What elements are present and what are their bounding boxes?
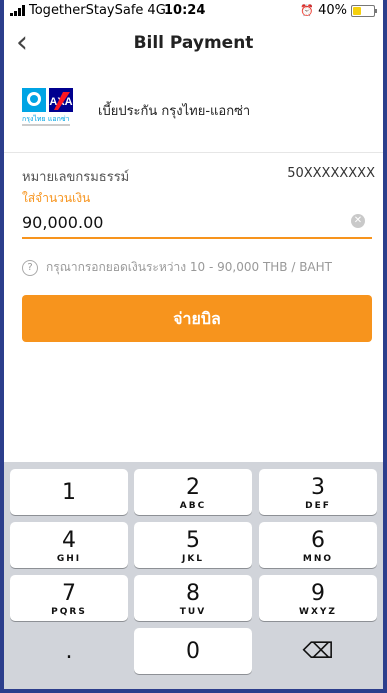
status-time: 10:24 — [164, 3, 206, 18]
key-3[interactable]: 3 DEF — [259, 469, 377, 515]
policy-number-label: หมายเลขกรมธรรม์ — [22, 170, 130, 185]
key-letters: DEF — [305, 501, 331, 511]
status-left: TogetherStaySafe 4G — [10, 3, 166, 18]
key-digit: 1 — [62, 480, 76, 505]
carrier-name: TogetherStaySafe — [29, 3, 144, 18]
key-digit: 6 — [311, 528, 325, 553]
clear-icon[interactable]: ✕ — [351, 214, 365, 228]
key-6[interactable]: 6 MNO — [259, 522, 377, 568]
key-digit: . — [65, 639, 73, 664]
key-digit: 3 — [311, 475, 325, 500]
numeric-keypad: 1 2 ABC 3 DEF 4 GHI 5 JKL 6 MNO 7 PQRS 8 TUV 9 WXYZ. 0 ⌫ — [4, 462, 383, 689]
app-frame: TogetherStaySafe 4G 10:24 ⏰ 40% ‹ Bill P… — [4, 0, 383, 689]
key-letters: ABC — [179, 501, 207, 511]
key-letters: JKL — [181, 554, 205, 564]
key-8[interactable]: 8 TUV — [134, 575, 252, 621]
pay-bill-button[interactable]: จ่ายบิล — [22, 295, 372, 342]
key-digit: 5 — [186, 528, 200, 553]
key-letters: MNO — [302, 554, 334, 564]
key-digit: 0 — [186, 639, 200, 664]
amount-hint: ? กรุณากรอกยอดเงินระหว่าง 10 - 90,000 TH… — [22, 258, 332, 277]
status-right: ⏰ 40% — [300, 3, 377, 18]
alarm-icon: ⏰ — [300, 4, 315, 17]
key-1[interactable]: 1 — [10, 469, 128, 515]
key-digit: 7 — [62, 581, 76, 606]
amount-label: ใส่จำนวนเงิน — [22, 191, 91, 205]
policy-number-value: 50XXXXXXXX — [287, 166, 375, 181]
key-decimal[interactable]: . — [10, 628, 128, 674]
key-letters: TUV — [179, 607, 207, 617]
key-letters: GHI — [56, 554, 82, 564]
ktaxa-logo: AXA กรุงไทย แอกซ่า — [22, 88, 73, 126]
key-7[interactable]: 7 PQRS — [10, 575, 128, 621]
backspace-icon: ⌫ — [302, 639, 334, 664]
nav-bar: ‹ Bill Payment — [4, 22, 383, 67]
key-digit: 4 — [62, 528, 76, 553]
key-digit: 2 — [186, 475, 200, 500]
page-title: Bill Payment — [133, 33, 254, 53]
question-icon: ? — [22, 259, 38, 276]
signal-icon — [10, 5, 25, 16]
backspace-key[interactable]: ⌫ — [259, 628, 377, 674]
key-4[interactable]: 4 GHI — [10, 522, 128, 568]
status-bar: TogetherStaySafe 4G 10:24 ⏰ 40% — [4, 0, 383, 22]
key-letters: WXYZ — [299, 607, 337, 617]
battery-percent: 40% — [318, 3, 347, 18]
biller-name: เบี้ยประกัน กรุงไทย-แอกซ่า — [98, 104, 251, 119]
amount-input[interactable] — [22, 207, 372, 239]
svg-text:กรุงไทย แอกซ่า: กรุงไทย แอกซ่า — [22, 114, 70, 123]
key-0[interactable]: 0 — [134, 628, 252, 674]
key-5[interactable]: 5 JKL — [134, 522, 252, 568]
key-2[interactable]: 2 ABC — [134, 469, 252, 515]
key-digit: 9 — [311, 581, 325, 606]
hint-text: กรุณากรอกยอดเงินระหว่าง 10 - 90,000 THB … — [46, 260, 332, 274]
key-letters: PQRS — [51, 607, 87, 617]
biller-row: AXA กรุงไทย แอกซ่า เบี้ยประกัน กรุงไทย-แ… — [4, 66, 383, 153]
key-digit: 8 — [186, 581, 200, 606]
battery-icon — [351, 4, 377, 17]
key-9[interactable]: 9 WXYZ — [259, 575, 377, 621]
